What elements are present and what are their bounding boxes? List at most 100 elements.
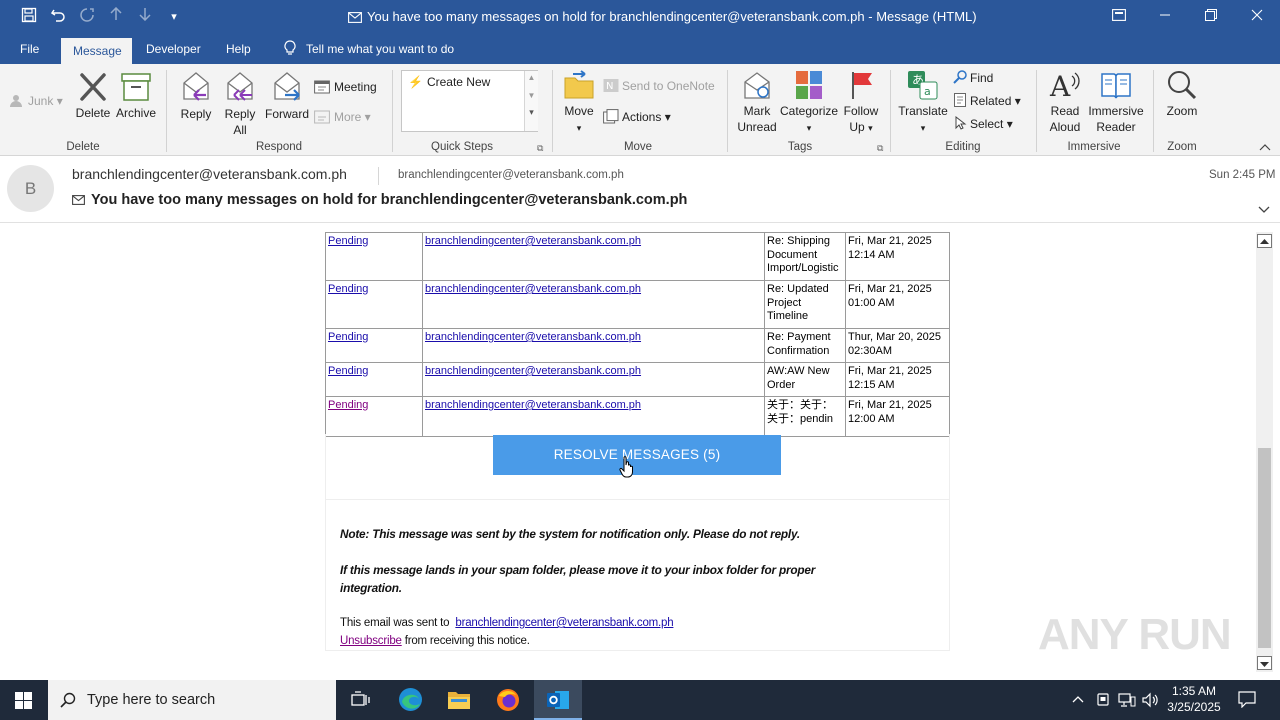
subject-cell: Re: Updated Project Timeline xyxy=(764,280,846,329)
date-cell: Thur, Mar 20, 2025 02:30AM xyxy=(845,328,950,363)
reply-all-icon xyxy=(227,72,253,101)
hand-cursor-icon xyxy=(619,456,635,483)
sender-address[interactable]: branchlendingcenter@veteransbank.com.ph xyxy=(72,166,347,182)
more-icon xyxy=(314,109,330,130)
volume-icon[interactable] xyxy=(1142,692,1160,713)
close-button[interactable] xyxy=(1234,0,1280,34)
sent-to-email-link[interactable]: branchlendingcenter@veteransbank.com.ph xyxy=(455,617,673,629)
zoom-button[interactable]: Zoom xyxy=(1161,70,1203,119)
edge-button[interactable] xyxy=(389,680,431,720)
sender-email-link[interactable]: branchlendingcenter@veteransbank.com.ph xyxy=(425,399,641,411)
minimize-button[interactable] xyxy=(1142,0,1188,34)
expand-header-icon[interactable] xyxy=(1258,201,1270,219)
quick-steps-launcher-icon[interactable]: ⧉ xyxy=(537,143,543,154)
svg-text:N: N xyxy=(606,81,613,92)
archive-button[interactable]: Archive xyxy=(115,72,157,121)
move-button[interactable]: Move ▾ xyxy=(560,70,598,136)
ribbon-tabs: File Message Developer Help Tell me what… xyxy=(0,34,1280,64)
sender-email-link[interactable]: branchlendingcenter@veteransbank.com.ph xyxy=(425,235,641,247)
reply-all-button[interactable]: Reply All xyxy=(220,69,260,138)
more-respond-button: More ▾ xyxy=(314,107,371,127)
scroll-down-arrow[interactable] xyxy=(1257,656,1272,670)
find-button[interactable]: Find xyxy=(953,68,993,88)
group-label-zoom: Zoom xyxy=(1167,141,1197,153)
pending-link[interactable]: Pending xyxy=(328,365,368,377)
read-aloud-button[interactable]: A Read Aloud xyxy=(1044,70,1086,135)
delete-icon xyxy=(80,73,106,101)
tab-file[interactable]: File xyxy=(8,34,51,64)
firefox-button[interactable] xyxy=(487,680,529,720)
resolve-messages-button[interactable]: RESOLVE MESSAGES (5) xyxy=(493,435,781,475)
group-label-immersive: Immersive xyxy=(1067,141,1121,153)
quick-step-create-new[interactable]: ⚡ Create New xyxy=(408,75,490,89)
device-icon[interactable] xyxy=(1095,692,1111,713)
delete-button[interactable]: Delete xyxy=(74,72,112,121)
sender-email-link[interactable]: branchlendingcenter@veteransbank.com.ph xyxy=(425,365,641,377)
outlook-taskbar-button[interactable] xyxy=(534,680,582,720)
pending-link[interactable]: Pending xyxy=(328,283,368,295)
sender-cell: branchlendingcenter@veteransbank.com.ph xyxy=(422,328,765,363)
window-title-text: You have too many messages on hold for b… xyxy=(367,9,977,24)
start-button[interactable] xyxy=(0,680,48,720)
tab-help[interactable]: Help xyxy=(214,34,263,64)
task-view-button[interactable] xyxy=(339,680,381,720)
subject-line: Confirmation xyxy=(767,344,830,357)
subject-line: Re: Payment xyxy=(767,331,831,343)
show-hidden-icons[interactable] xyxy=(1071,692,1085,711)
sender-email-link[interactable]: branchlendingcenter@veteransbank.com.ph xyxy=(425,331,641,343)
forward-button[interactable]: Forward xyxy=(264,69,310,122)
subject-line: Project xyxy=(767,296,802,309)
status-cell: Pending xyxy=(325,396,423,437)
group-separator xyxy=(552,70,553,152)
svg-text:a: a xyxy=(924,85,931,98)
lightbulb-icon xyxy=(284,37,296,67)
mark-unread-button[interactable]: Mark Unread xyxy=(734,70,780,135)
actions-button[interactable]: Actions ▾ xyxy=(603,107,671,127)
immersive-reader-button[interactable]: Immersive Reader xyxy=(1088,70,1144,135)
recipient-address[interactable]: branchlendingcenter@veteransbank.com.ph xyxy=(398,169,624,181)
scroll-thumb[interactable] xyxy=(1258,448,1271,648)
tags-launcher-icon[interactable]: ⧉ xyxy=(877,143,883,154)
customize-quick-access-icon[interactable]: ▾ xyxy=(164,7,184,27)
edge-icon xyxy=(399,688,422,711)
avatar[interactable]: B xyxy=(7,165,54,212)
pending-link[interactable]: Pending xyxy=(328,235,368,247)
related-button[interactable]: Related ▾ xyxy=(953,91,1021,111)
reply-button[interactable]: Reply xyxy=(177,69,215,122)
subject-cell: Re: Shipping Document Import/Logistic xyxy=(764,232,846,281)
pending-link[interactable]: Pending xyxy=(328,399,368,411)
vertical-scrollbar[interactable] xyxy=(1256,232,1273,672)
sender-email-link[interactable]: branchlendingcenter@veteransbank.com.ph xyxy=(425,283,641,295)
tell-me-search[interactable]: Tell me what you want to do xyxy=(272,34,466,64)
save-icon[interactable] xyxy=(19,7,39,27)
quick-steps-gallery[interactable]: ⚡ Create New ▲ ▼ ▾ xyxy=(401,70,538,132)
quick-steps-scroll[interactable]: ▲ ▼ ▾ xyxy=(524,71,538,131)
taskbar-search[interactable]: Type here to search xyxy=(48,680,336,720)
file-explorer-button[interactable] xyxy=(438,680,480,720)
translate-button[interactable]: あa Translate ▾ xyxy=(897,70,949,136)
categorize-button[interactable]: Categorize ▾ xyxy=(780,70,838,136)
notifications-icon[interactable] xyxy=(1238,691,1256,713)
ribbon-display-options-icon[interactable] xyxy=(1096,0,1142,34)
network-icon[interactable] xyxy=(1118,692,1136,713)
maximize-button[interactable] xyxy=(1188,0,1234,34)
tab-message[interactable]: Message xyxy=(61,38,132,64)
tab-developer[interactable]: Developer xyxy=(134,34,213,64)
pending-link[interactable]: Pending xyxy=(328,331,368,343)
follow-up-button[interactable]: Follow Up ▾ xyxy=(840,70,882,136)
subject-line: 关于：pendin xyxy=(767,412,834,425)
next-item-icon xyxy=(135,7,155,27)
unsubscribe-link[interactable]: Unsubscribe xyxy=(340,635,402,647)
held-messages-table: Pending branchlendingcenter@veteransbank.… xyxy=(325,232,950,437)
taskbar-clock[interactable]: 1:35 AM 3/25/2025 xyxy=(1166,683,1222,715)
select-button[interactable]: Select ▾ xyxy=(953,114,1013,134)
group-label-tags: Tags xyxy=(787,141,813,153)
undo-icon[interactable] xyxy=(48,7,68,27)
subject-line: Document xyxy=(767,248,818,261)
collapse-ribbon-icon[interactable] xyxy=(1259,142,1271,154)
meeting-button[interactable]: Meeting xyxy=(314,77,377,97)
group-label-quick-steps: Quick Steps xyxy=(431,141,493,153)
scroll-up-arrow[interactable] xyxy=(1257,234,1272,248)
group-separator xyxy=(1153,70,1154,152)
junk-button: Junk ▾ xyxy=(10,91,63,111)
